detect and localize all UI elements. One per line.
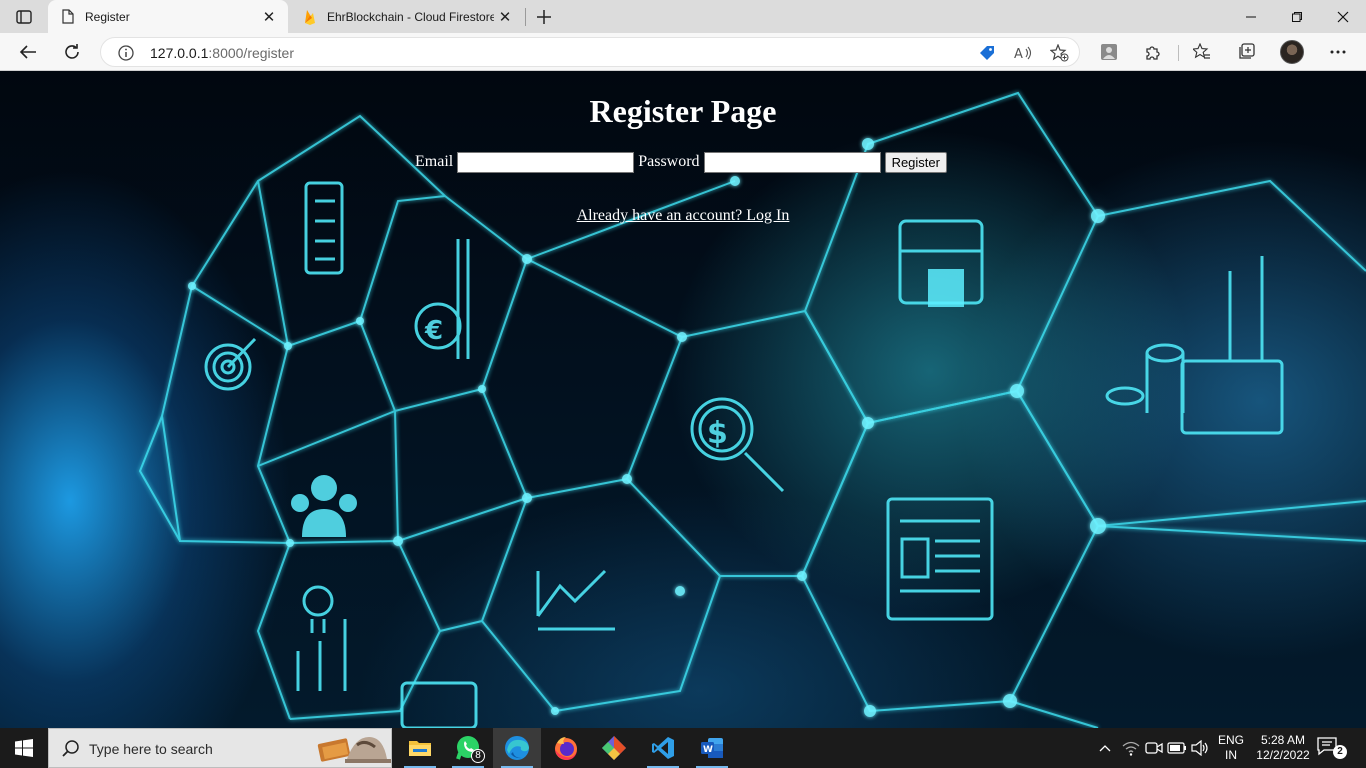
svg-text:€: € (424, 316, 443, 346)
refresh-button[interactable] (57, 38, 87, 66)
tab-actions-icon (16, 10, 32, 24)
clock-time: 5:28 AM (1260, 733, 1306, 747)
search-placeholder: Type here to search (89, 741, 213, 757)
tab-register[interactable]: Register ✕ (48, 0, 288, 33)
tab-title: EhrBlockchain - Cloud Firestore - (327, 9, 494, 24)
extension-profile-icon[interactable] (1097, 40, 1121, 64)
close-tab-icon[interactable]: ✕ (494, 6, 516, 28)
git-app-icon (602, 736, 626, 760)
language-code: ENG (1217, 733, 1244, 747)
taskbar: Type here to search 8 W ENG IN 5:28 AM 1… (0, 728, 1366, 768)
toolbar-divider (1178, 45, 1179, 61)
email-label: Email (415, 153, 454, 170)
vscode-icon (652, 737, 674, 759)
favorites-icon[interactable] (1190, 40, 1214, 64)
url-path: :8000/register (208, 45, 294, 61)
refresh-icon (65, 44, 79, 59)
more-options-icon[interactable] (1326, 40, 1350, 64)
svg-text:$: $ (707, 416, 728, 451)
password-label: Password (638, 153, 700, 170)
minimize-icon (1246, 16, 1256, 17)
favorite-star-icon[interactable] (1049, 44, 1069, 62)
edge-browser-icon (505, 736, 529, 760)
extensions-puzzle-icon[interactable] (1141, 40, 1165, 64)
back-button[interactable] (13, 38, 43, 66)
taskbar-search-box[interactable]: Type here to search (48, 728, 392, 768)
tab-title: Register (85, 9, 130, 24)
site-info-icon[interactable] (117, 44, 135, 62)
action-center-button[interactable]: 2 (1316, 736, 1348, 760)
register-button[interactable]: Register (884, 151, 947, 173)
url-text: 127.0.0.1:8000/register (150, 45, 294, 61)
profile-avatar[interactable] (1280, 40, 1304, 64)
back-arrow-icon (19, 45, 36, 59)
restore-icon (1292, 11, 1302, 22)
word-taskbar-button[interactable]: W (688, 728, 736, 768)
language-region: IN (1225, 748, 1237, 762)
document-icon (60, 9, 76, 25)
url-host: 127.0.0.1 (150, 45, 209, 61)
svg-text:A: A (1014, 47, 1023, 61)
close-window-button[interactable] (1320, 0, 1366, 33)
address-bar-row: 127.0.0.1:8000/register A (0, 33, 1366, 71)
url-field[interactable]: 127.0.0.1:8000/register A (100, 37, 1080, 67)
file-explorer-taskbar-button[interactable] (396, 728, 444, 768)
battery-icon[interactable] (1167, 738, 1187, 758)
notification-badge: 8 (471, 749, 485, 763)
page-viewport: $ € Register Page Email Password Registe… (0, 71, 1366, 728)
tab-firestore[interactable]: EhrBlockchain - Cloud Firestore - ✕ (290, 0, 524, 33)
tab-actions-button[interactable] (10, 6, 38, 28)
chevron-up-icon[interactable] (1095, 738, 1115, 758)
login-link[interactable]: Already have an account? Log In (0, 207, 1366, 225)
start-button[interactable] (0, 728, 48, 768)
word-icon: W (701, 738, 723, 758)
collections-icon[interactable] (1234, 40, 1258, 64)
input-language-indicator[interactable]: ENG IN (1216, 733, 1246, 763)
notification-count-badge: 2 (1333, 745, 1347, 759)
tab-strip: Register ✕ EhrBlockchain - Cloud Firesto… (0, 0, 1366, 33)
wifi-icon[interactable] (1121, 738, 1141, 758)
system-clock[interactable]: 5:28 AM 12/2/2022 (1252, 733, 1314, 763)
meet-now-icon[interactable] (1144, 738, 1164, 758)
volume-icon[interactable] (1190, 738, 1210, 758)
windows-logo-icon (15, 739, 33, 757)
close-icon (1337, 11, 1349, 22)
read-aloud-icon[interactable]: A (1013, 44, 1033, 62)
svg-text:W: W (703, 745, 713, 755)
whatsapp-taskbar-button[interactable]: 8 (444, 728, 492, 768)
password-field[interactable] (703, 151, 881, 173)
clock-date: 12/2/2022 (1256, 748, 1310, 762)
minimize-button[interactable] (1228, 0, 1274, 33)
tab-divider (525, 8, 526, 26)
close-tab-icon[interactable]: ✕ (258, 6, 280, 28)
git-client-taskbar-button[interactable] (590, 728, 638, 768)
shopping-tag-icon[interactable] (977, 44, 997, 62)
plus-icon (537, 10, 551, 24)
restore-button[interactable] (1274, 0, 1320, 33)
edge-taskbar-button[interactable] (493, 728, 541, 768)
search-highlight-illustration-icon (317, 737, 391, 763)
firefox-icon (555, 737, 577, 760)
firebase-icon (302, 9, 318, 25)
search-icon (62, 740, 79, 757)
register-form: Email Password Register (415, 151, 947, 173)
email-field[interactable] (457, 151, 635, 173)
firefox-taskbar-button[interactable] (542, 728, 590, 768)
folder-icon (409, 741, 431, 756)
page-title: Register Page (589, 93, 777, 129)
vscode-taskbar-button[interactable] (639, 728, 687, 768)
new-tab-button[interactable] (532, 5, 556, 29)
